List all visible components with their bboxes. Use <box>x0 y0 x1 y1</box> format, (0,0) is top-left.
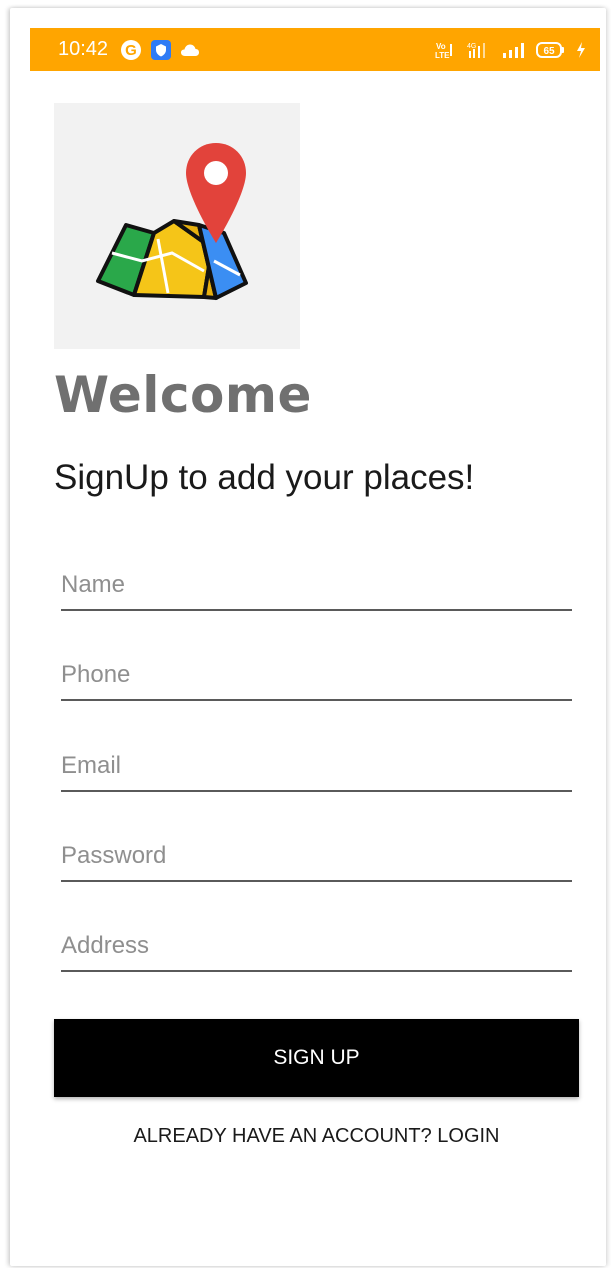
password-field[interactable] <box>61 832 572 882</box>
status-time: 10:42 <box>58 38 109 60</box>
svg-text:Vo: Vo <box>436 42 446 51</box>
vpn-shield-icon <box>150 39 172 61</box>
svg-text:LTE: LTE <box>435 51 450 59</box>
svg-text:G: G <box>125 42 137 59</box>
battery-level: 65 <box>543 46 555 57</box>
svg-text:4G: 4G <box>467 43 476 50</box>
google-icon: G <box>120 39 142 61</box>
page-title: Welcome <box>54 366 312 424</box>
address-field[interactable] <box>61 922 572 972</box>
signal-bars-icon <box>502 42 526 58</box>
4g-signal-icon: 4G <box>466 41 492 59</box>
name-field[interactable] <box>61 561 572 611</box>
charging-bolt-icon <box>576 41 586 59</box>
phone-field[interactable] <box>61 651 572 701</box>
battery-icon: 65 <box>536 41 566 59</box>
cloud-icon <box>180 43 200 57</box>
status-bar: 10:42 G Vo LTE 4G 65 <box>30 28 600 71</box>
map-pin-logo <box>96 143 248 300</box>
app-logo <box>54 103 300 349</box>
volte-icon: Vo LTE <box>434 41 456 59</box>
login-link[interactable]: ALREADY HAVE AN ACCOUNT? LOGIN <box>54 1125 579 1148</box>
page-subtitle: SignUp to add your places! <box>54 458 475 497</box>
email-field[interactable] <box>61 742 572 792</box>
sign-up-button[interactable]: SIGN UP <box>54 1019 579 1097</box>
